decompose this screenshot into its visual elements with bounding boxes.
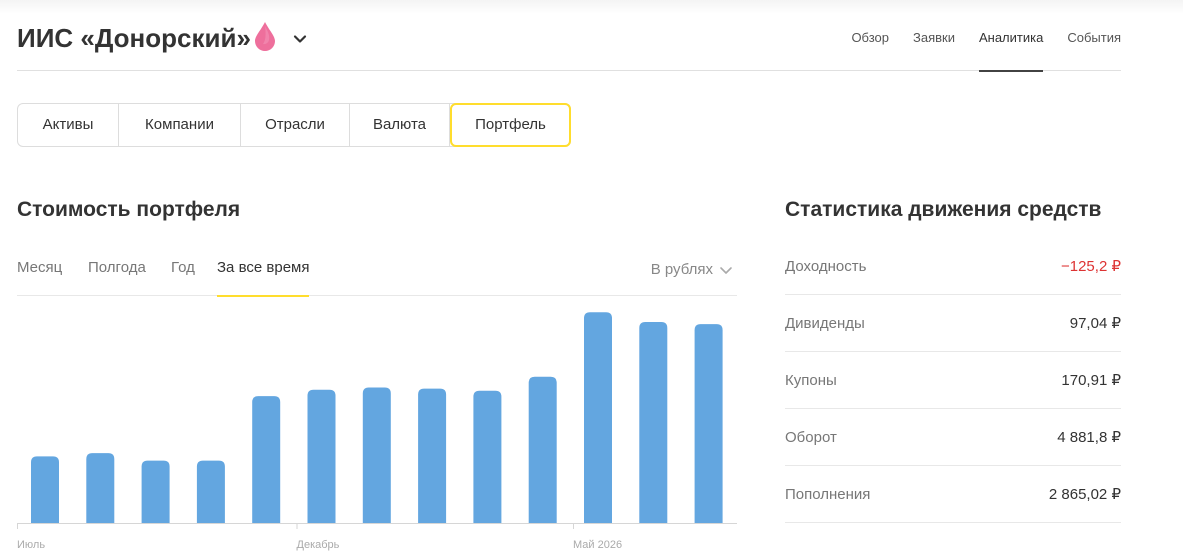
currency-select[interactable]: В рублях [651, 244, 733, 296]
period-tabs: Месяц Полгода Год За все время В рублях [17, 244, 737, 297]
nav-item-events[interactable]: События [1067, 0, 1121, 71]
currency-select-label: В рублях [650, 261, 713, 278]
stat-label: Дивиденды [785, 314, 865, 332]
stat-label: Доходность [785, 257, 867, 275]
chart-bar[interactable] [362, 387, 391, 523]
stat-value: 170,91 ₽ [1061, 372, 1121, 389]
stat-row-turnover: Оборот 4 881,8 ₽ [785, 409, 1121, 466]
portfolio-value-chart: Июль Декабрь Май 2026 [17, 312, 737, 551]
chart-bar[interactable] [639, 321, 668, 523]
nav-item-orders[interactable]: Заявки [913, 0, 955, 71]
stat-value: 2 865,02 ₽ [1048, 486, 1121, 503]
stat-label: Купоны [785, 371, 837, 389]
period-month[interactable]: Месяц [17, 244, 62, 296]
nav-item-overview[interactable]: Обзор [851, 0, 889, 71]
chart-bar[interactable] [473, 390, 502, 523]
chevron-down-icon[interactable] [292, 31, 308, 47]
period-year[interactable]: Год [171, 244, 195, 296]
header: ИИС «Донорский» Обзор Заявки Аналитика С… [17, 0, 1121, 72]
chart-bar[interactable] [31, 456, 59, 523]
chart-bar[interactable] [86, 453, 115, 523]
cash-flow-stats-title: Статистика движения средств [785, 198, 1102, 221]
stat-row-deposits: Пополнения 2 865,02 ₽ [785, 466, 1121, 523]
segment-companies[interactable]: Компании [119, 104, 241, 146]
stat-value: 97,04 ₽ [1069, 315, 1121, 332]
cash-flow-stats: Доходность −125,2 ₽ Дивиденды 97,04 ₽ Ку… [785, 238, 1121, 523]
chart-tick-label: Декабрь [297, 539, 340, 551]
chart-bar[interactable] [418, 388, 447, 523]
stat-value: −125,2 ₽ [1060, 258, 1121, 275]
chart-bar[interactable] [141, 460, 170, 523]
chart-bar[interactable] [528, 376, 557, 523]
nav-item-analytics[interactable]: Аналитика [978, 0, 1044, 72]
chart-tick-label: Июль [17, 539, 45, 551]
chart-bar[interactable] [584, 312, 612, 523]
portfolio-value-title: Стоимость портфеля [17, 198, 241, 221]
drop-icon [255, 22, 275, 51]
chart-tick-label: Май 2026 [573, 539, 622, 551]
stat-row-yield: Доходность −125,2 ₽ [785, 238, 1121, 295]
top-nav: Обзор Заявки Аналитика События [827, 0, 1121, 72]
segment-currency[interactable]: Валюта [350, 104, 450, 146]
period-all-time[interactable]: За все время [217, 244, 310, 297]
period-half-year[interactable]: Полгода [88, 244, 146, 296]
stat-label: Оборот [785, 428, 837, 446]
stat-row-coupons: Купоны 170,91 ₽ [785, 352, 1121, 409]
account-title: ИИС «Донорский» [17, 23, 251, 53]
segment-industries[interactable]: Отрасли [241, 104, 350, 146]
stat-label: Пополнения [785, 485, 871, 503]
stat-value: 4 881,8 ₽ [1057, 429, 1121, 446]
segment-portfolio[interactable]: Портфель [450, 103, 571, 147]
chart-bar[interactable] [196, 460, 225, 523]
stat-row-dividends: Дивиденды 97,04 ₽ [785, 295, 1121, 352]
analytics-segment-tabs: Активы Компании Отрасли Валюта Портфель [17, 103, 571, 147]
chevron-down-icon [720, 267, 732, 274]
chart-bar[interactable] [307, 389, 336, 523]
chart-bar[interactable] [694, 324, 723, 523]
segment-assets[interactable]: Активы [18, 104, 119, 146]
chart-bar[interactable] [252, 396, 281, 523]
